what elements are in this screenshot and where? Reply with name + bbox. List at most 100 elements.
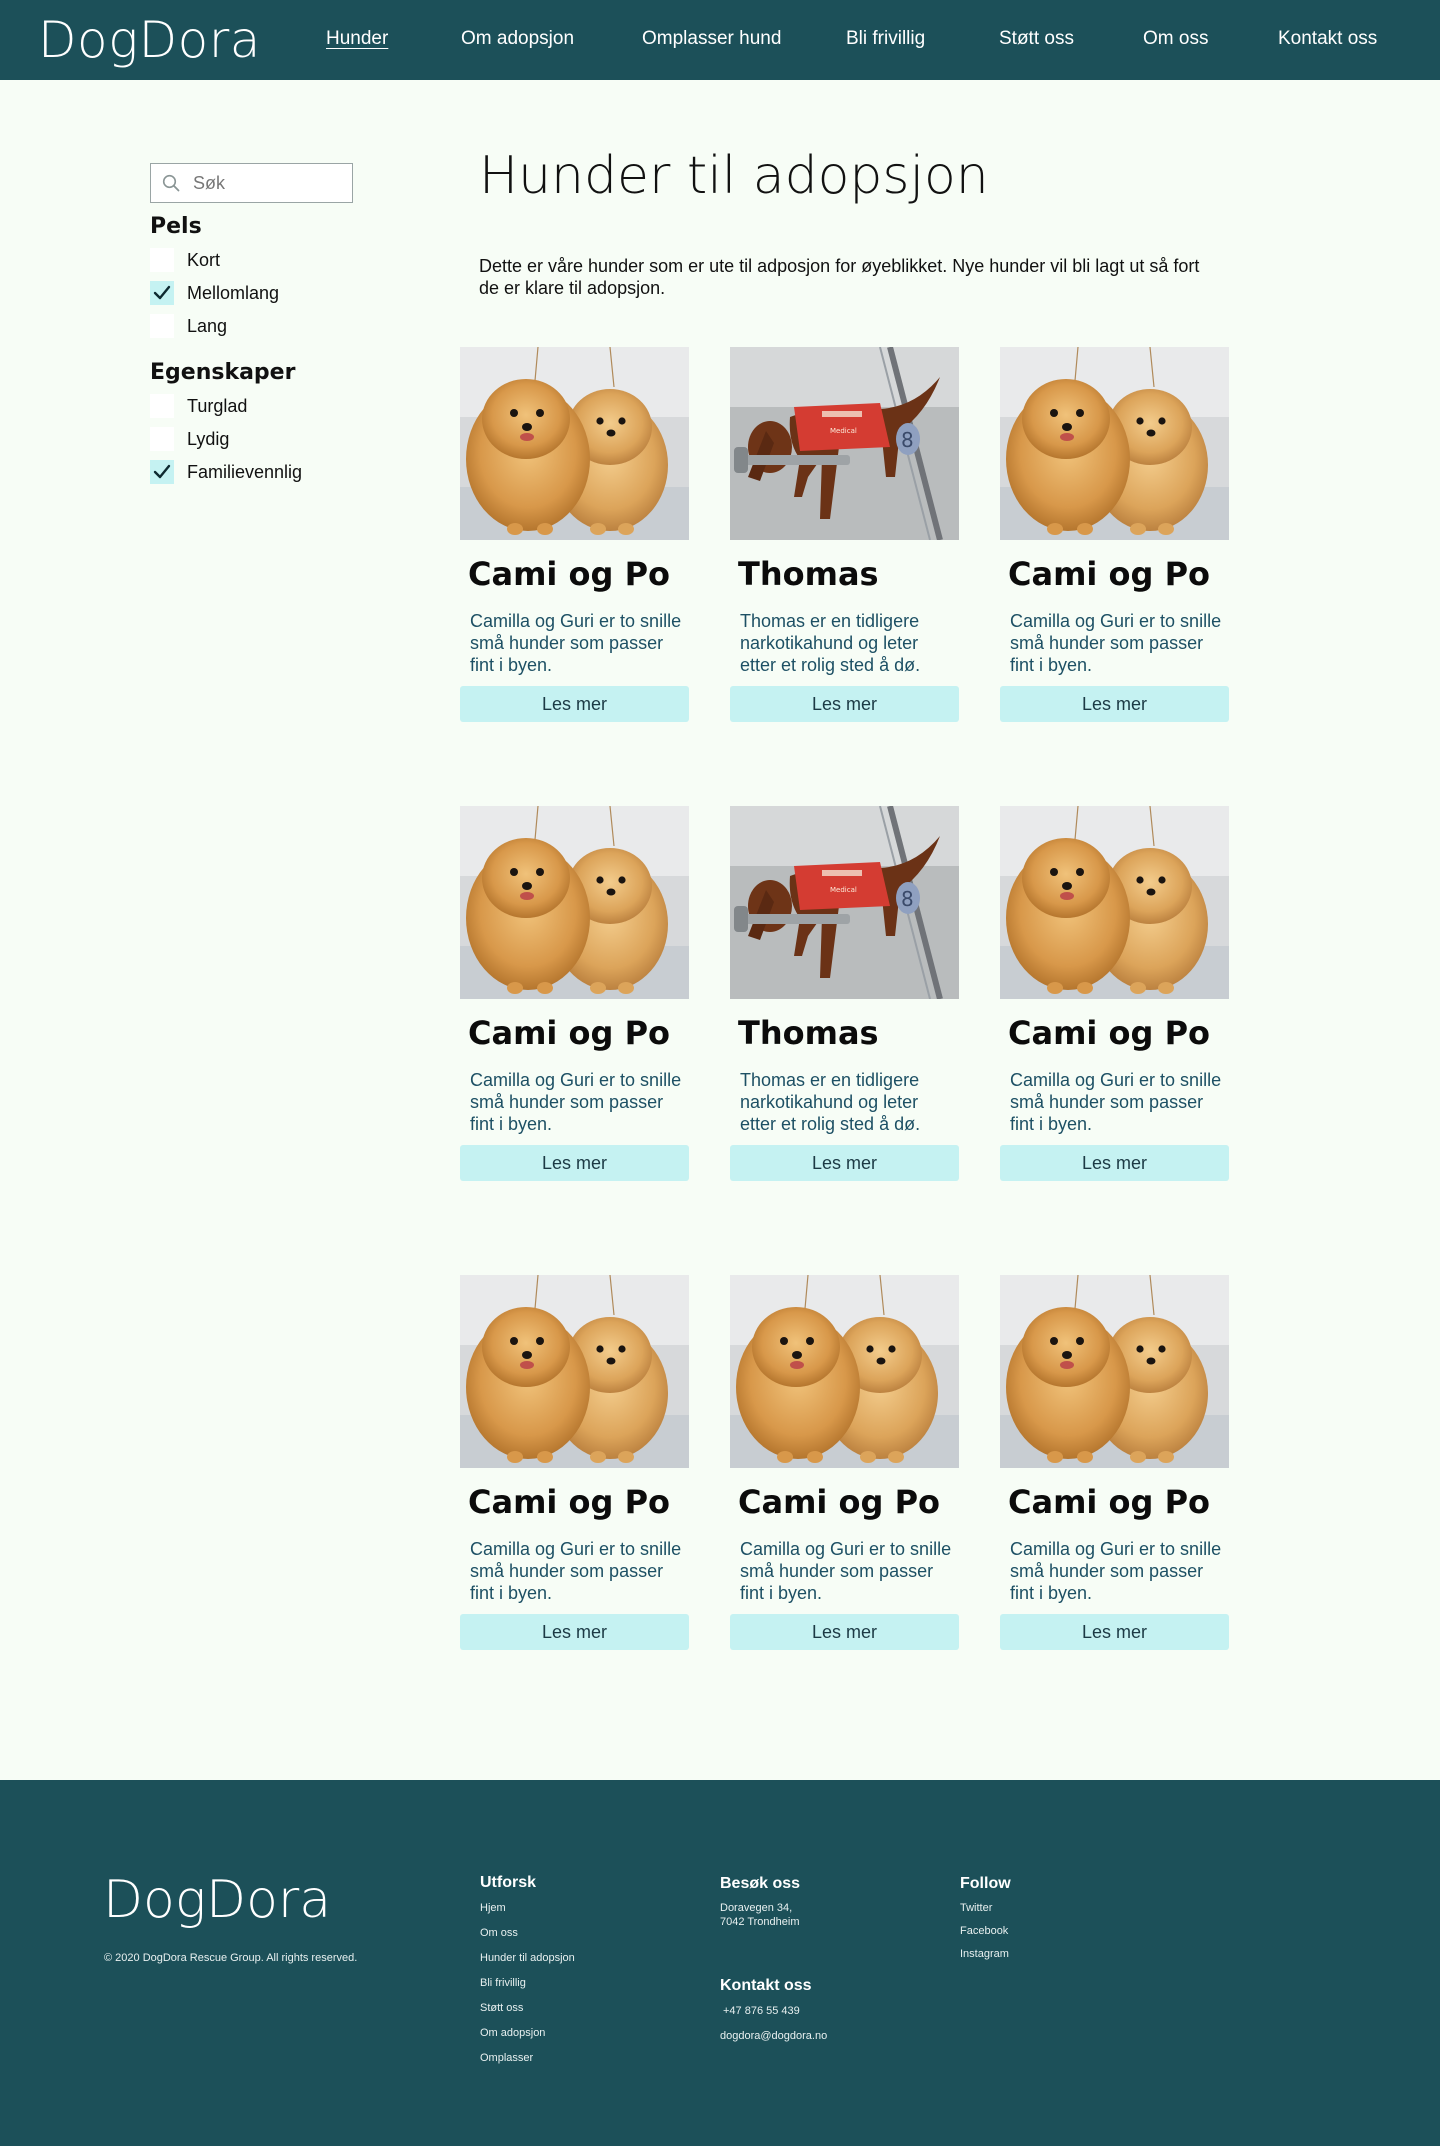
footer-link-twitter[interactable]: Twitter: [960, 1902, 992, 1914]
footer: DogDora © 2020 DogDora Rescue Group. All…: [0, 1780, 1440, 2146]
checkbox-lang[interactable]: [150, 314, 174, 338]
dog-name: Cami og Po: [468, 555, 670, 593]
dog-description: Camilla og Guri er to snille små hunder …: [740, 1539, 952, 1603]
dog-photo[interactable]: Medical 8: [730, 347, 959, 540]
footer-heading-follow: Follow: [960, 1875, 1011, 1892]
dog-name: Cami og Po: [1008, 1483, 1210, 1521]
read-more-button[interactable]: Les mer: [730, 686, 959, 722]
footer-logo[interactable]: DogDora: [103, 1870, 331, 1930]
filter-title-pels: Pels: [150, 214, 202, 239]
footer-link-stott-oss[interactable]: Støtt oss: [480, 2002, 523, 2014]
site-logo[interactable]: DogDora: [38, 12, 261, 68]
dog-description: Thomas er en tidligere narkotikahund og …: [740, 611, 921, 675]
filter-label: Turglad: [187, 395, 248, 416]
dog-name: Cami og Po: [1008, 1014, 1210, 1052]
read-more-button[interactable]: Les mer: [1000, 1614, 1229, 1650]
dog-card: Medical 8 Thomas Thomas er en tidligere …: [730, 806, 959, 1181]
checkbox-kort[interactable]: [150, 248, 174, 272]
dog-photo[interactable]: [460, 1275, 689, 1468]
checkbox-familievennlig[interactable]: [150, 460, 174, 484]
dog-card: Cami og Po Camilla og Guri er to snille …: [460, 1275, 689, 1650]
dog-card: Cami og Po Camilla og Guri er to snille …: [1000, 806, 1229, 1181]
search-icon: [162, 174, 180, 192]
dog-photo[interactable]: Medical 8: [730, 806, 959, 999]
filter-option-lang[interactable]: Lang: [150, 313, 227, 339]
nav-bli-frivillig[interactable]: Bli frivillig: [846, 28, 925, 50]
filter-option-turglad[interactable]: Turglad: [150, 393, 247, 419]
footer-heading-besok-oss: Besøk oss: [720, 1875, 801, 1892]
read-more-button[interactable]: Les mer: [730, 1145, 959, 1181]
dog-card: Medical 8 Thomas Thomas er en tidligere …: [730, 347, 959, 722]
dog-card: Cami og Po Camilla og Guri er to snille …: [1000, 1275, 1229, 1650]
footer-link-instagram[interactable]: Instagram: [960, 1948, 1009, 1960]
filter-option-mellomlang[interactable]: Mellomlang: [150, 280, 279, 306]
read-more-button[interactable]: Les mer: [460, 1614, 689, 1650]
read-more-button[interactable]: Les mer: [730, 1614, 959, 1650]
svg-text:Medical: Medical: [830, 427, 857, 435]
footer-heading-kontakt-oss: Kontakt oss: [720, 1977, 812, 1994]
filter-label: Kort: [187, 249, 221, 270]
contact-email[interactable]: dogdora@dogdora.no: [720, 2030, 827, 2042]
footer-link-hunder-til-adopsjon[interactable]: Hunder til adopsjon: [480, 1952, 575, 1964]
dog-card: Cami og Po Camilla og Guri er to snille …: [1000, 347, 1229, 722]
main-content: Pels Kort Mellomlang Lang Egenskaper Tur…: [0, 80, 1440, 1780]
nav-omplasser-hund[interactable]: Omplasser hund: [642, 28, 781, 50]
dog-photo[interactable]: [460, 806, 689, 999]
footer-link-om-oss[interactable]: Om oss: [480, 1927, 518, 1939]
dog-description: Camilla og Guri er to snille små hunder …: [1010, 1070, 1222, 1134]
nav-stott-oss[interactable]: Støtt oss: [999, 28, 1074, 50]
dog-card: Cami og Po Camilla og Guri er to snille …: [460, 347, 689, 722]
filter-option-lydig[interactable]: Lydig: [150, 426, 229, 452]
search-input[interactable]: [193, 170, 343, 196]
dog-description: Camilla og Guri er to snille små hunder …: [470, 1070, 682, 1134]
dog-card: Cami og Po Camilla og Guri er to snille …: [730, 1275, 959, 1650]
footer-heading-utforsk: Utforsk: [480, 1874, 537, 1891]
dog-card: Cami og Po Camilla og Guri er to snille …: [460, 806, 689, 1181]
filter-option-familievennlig[interactable]: Familievennlig: [150, 459, 302, 485]
dog-photo[interactable]: [1000, 806, 1229, 999]
search-box[interactable]: [150, 163, 353, 203]
dog-description: Thomas er en tidligere narkotikahund og …: [740, 1070, 921, 1134]
dog-description: Camilla og Guri er to snille små hunder …: [1010, 1539, 1222, 1603]
page-title: Hunder til adopsjon: [479, 146, 989, 206]
footer-link-facebook[interactable]: Facebook: [960, 1925, 1008, 1937]
read-more-button[interactable]: Les mer: [1000, 1145, 1229, 1181]
footer-link-hjem[interactable]: Hjem: [480, 1902, 506, 1914]
intro-text: Dette er våre hunder som er ute til adpo…: [479, 256, 1200, 298]
filter-label: Familievennlig: [187, 461, 303, 482]
dog-name: Thomas: [738, 555, 879, 593]
filter-option-kort[interactable]: Kort: [150, 247, 220, 273]
dog-photo[interactable]: [460, 347, 689, 540]
svg-text:8: 8: [901, 428, 914, 452]
read-more-button[interactable]: Les mer: [1000, 686, 1229, 722]
checkbox-mellomlang[interactable]: [150, 281, 174, 305]
read-more-button[interactable]: Les mer: [460, 1145, 689, 1181]
filter-label: Lydig: [187, 428, 230, 449]
top-navigation-bar: DogDora Hunder Om adopsjon Omplasser hun…: [0, 0, 1440, 80]
svg-text:8: 8: [901, 887, 914, 911]
checkbox-turglad[interactable]: [150, 394, 174, 418]
dog-description: Camilla og Guri er to snille små hunder …: [470, 611, 682, 675]
svg-text:Medical: Medical: [830, 886, 857, 894]
checkbox-lydig[interactable]: [150, 427, 174, 451]
dog-photo[interactable]: [730, 1275, 959, 1468]
footer-link-omplasser[interactable]: Omplasser: [480, 2052, 533, 2064]
nav-om-adopsjon[interactable]: Om adopsjon: [461, 28, 574, 50]
checkmark-icon: [153, 285, 171, 300]
dog-name: Cami og Po: [468, 1014, 670, 1052]
footer-link-bli-frivillig[interactable]: Bli frivillig: [480, 1977, 526, 1989]
contact-phone[interactable]: +47 876 55 439: [723, 2005, 800, 2017]
dog-name: Cami og Po: [738, 1483, 940, 1521]
dog-description: Camilla og Guri er to snille små hunder …: [1010, 611, 1222, 675]
address-line-1: Doravegen 34,: [720, 1902, 793, 1914]
dog-photo[interactable]: [1000, 347, 1229, 540]
footer-link-om-adopsjon[interactable]: Om adopsjon: [480, 2027, 545, 2039]
dog-name: Cami og Po: [468, 1483, 670, 1521]
nav-hunder[interactable]: Hunder: [326, 28, 388, 50]
filter-title-egenskaper: Egenskaper: [150, 360, 296, 385]
filter-label: Mellomlang: [187, 282, 280, 303]
nav-kontakt-oss[interactable]: Kontakt oss: [1278, 28, 1377, 50]
nav-om-oss[interactable]: Om oss: [1143, 28, 1208, 50]
dog-photo[interactable]: [1000, 1275, 1229, 1468]
read-more-button[interactable]: Les mer: [460, 686, 689, 722]
